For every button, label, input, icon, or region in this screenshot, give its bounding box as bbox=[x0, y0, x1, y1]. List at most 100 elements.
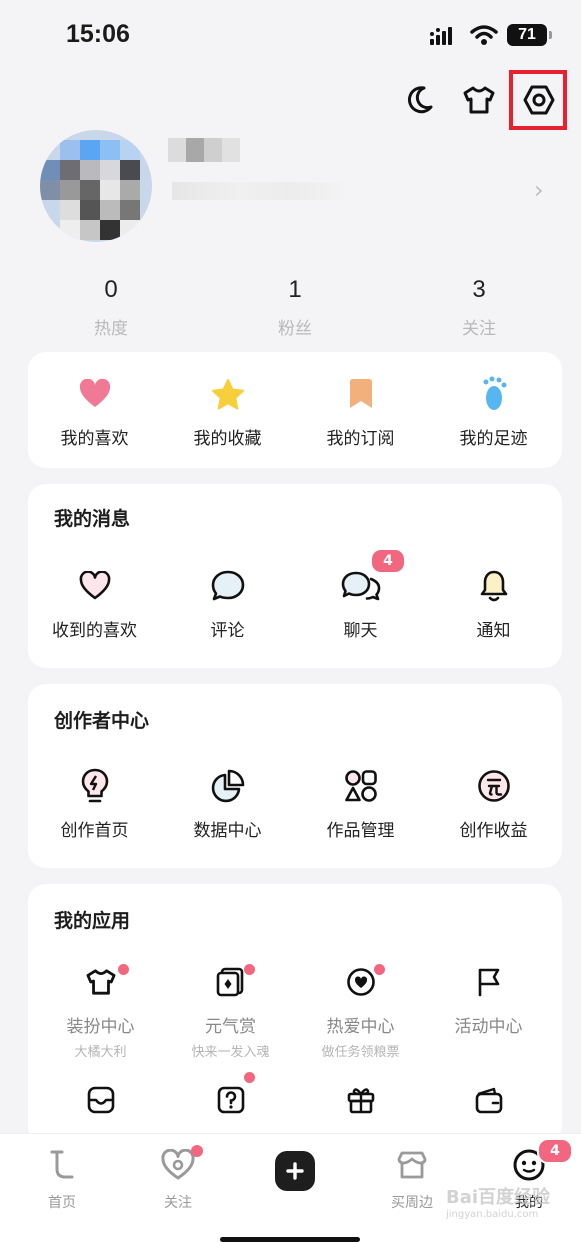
cellular-signal-icon bbox=[430, 27, 452, 45]
message-label: 通知 bbox=[476, 621, 511, 641]
footprint-icon bbox=[483, 376, 506, 410]
chat-icon bbox=[341, 571, 380, 601]
stat-value: 3 bbox=[472, 276, 486, 303]
nav-shop[interactable]: 买周边 bbox=[367, 1144, 457, 1212]
quick-link-likes[interactable]: 我的喜欢 bbox=[28, 374, 161, 449]
app-sublabel: 大橘大利 bbox=[74, 1045, 127, 1060]
status-bar: 15:06 71 bbox=[0, 0, 581, 70]
creator-label: 创作收益 bbox=[459, 821, 528, 841]
follow-heart-icon bbox=[161, 1149, 195, 1180]
app-label: 热爱中心 bbox=[326, 1017, 395, 1037]
creator-earnings[interactable]: 创作收益 bbox=[427, 766, 560, 841]
user-id-blurred bbox=[172, 182, 342, 200]
stat-heat[interactable]: 0 热度 bbox=[56, 276, 166, 339]
stat-value: 1 bbox=[288, 276, 302, 303]
creator-label: 数据中心 bbox=[193, 821, 262, 841]
stat-following[interactable]: 3 关注 bbox=[424, 276, 534, 339]
cards-icon bbox=[216, 967, 243, 997]
creator-label: 创作首页 bbox=[60, 821, 129, 841]
new-dot bbox=[244, 1072, 255, 1083]
message-comments[interactable]: 评论 bbox=[161, 566, 294, 641]
yuan-coin-icon bbox=[477, 770, 510, 802]
message-received-likes[interactable]: 收到的喜欢 bbox=[28, 566, 161, 641]
stat-value: 0 bbox=[104, 276, 118, 303]
quick-link-favorites[interactable]: 我的收藏 bbox=[161, 374, 294, 449]
creator-center-card: 创作者中心 创作首页 数据中心 作品管理 创作收益 bbox=[28, 684, 562, 868]
profile-badge: 4 bbox=[537, 1138, 573, 1164]
quick-links-card: 我的喜欢 我的收藏 我的订阅 我的足迹 bbox=[28, 352, 562, 468]
question-icon bbox=[217, 1086, 244, 1114]
quick-link-label: 我的订阅 bbox=[326, 429, 395, 449]
message-label: 评论 bbox=[210, 621, 245, 641]
chat-badge: 4 bbox=[370, 548, 406, 574]
creator-title: 创作者中心 bbox=[54, 710, 150, 732]
wifi-icon bbox=[470, 25, 498, 45]
quick-link-label: 我的喜欢 bbox=[60, 429, 129, 449]
new-dot bbox=[191, 1145, 203, 1157]
creator-home[interactable]: 创作首页 bbox=[28, 766, 161, 841]
message-chat[interactable]: 4 聊天 bbox=[294, 548, 427, 641]
nav-label: 首页 bbox=[48, 1195, 76, 1211]
heart-outline-icon bbox=[79, 571, 110, 600]
watermark-url: jingyan.baidu.com bbox=[446, 1209, 539, 1220]
app-row2-item-2[interactable] bbox=[164, 1072, 297, 1120]
message-notifications[interactable]: 通知 bbox=[427, 566, 560, 641]
app-row2-item-4[interactable] bbox=[422, 1080, 555, 1120]
wallet-icon bbox=[475, 1087, 502, 1114]
new-dot bbox=[244, 964, 255, 975]
creator-data-center[interactable]: 数据中心 bbox=[161, 766, 294, 841]
message-label: 聊天 bbox=[343, 621, 378, 641]
nav-label: 买周边 bbox=[391, 1195, 433, 1211]
new-dot bbox=[118, 964, 129, 975]
app-row2-item-1[interactable] bbox=[34, 1080, 167, 1120]
app-dressup-center[interactable]: 装扮中心 大橘大利 bbox=[34, 962, 167, 1060]
quick-link-subscriptions[interactable]: 我的订阅 bbox=[294, 374, 427, 449]
stat-label: 粉丝 bbox=[278, 319, 312, 339]
stat-label: 热度 bbox=[94, 319, 128, 339]
quick-link-label: 我的收藏 bbox=[193, 429, 262, 449]
status-time: 15:06 bbox=[66, 20, 130, 48]
settings-highlight-box bbox=[509, 70, 567, 130]
app-row2-item-3[interactable] bbox=[294, 1080, 427, 1120]
app-label: 活动中心 bbox=[454, 1017, 523, 1037]
new-dot bbox=[374, 964, 385, 975]
bell-icon bbox=[480, 570, 507, 602]
bookmark-icon bbox=[349, 379, 372, 408]
comment-icon bbox=[211, 570, 244, 601]
pie-chart-icon bbox=[211, 769, 244, 803]
apps-title: 我的应用 bbox=[54, 910, 131, 932]
nav-following[interactable]: 关注 bbox=[133, 1144, 223, 1212]
chevron-right-icon[interactable]: › bbox=[534, 176, 544, 204]
shapes-icon bbox=[344, 770, 377, 802]
messages-card: 我的消息 收到的喜欢 评论 4 聊天 通知 bbox=[28, 484, 562, 668]
username-blurred bbox=[168, 138, 240, 166]
flag-icon bbox=[478, 968, 499, 997]
creator-works-management[interactable]: 作品管理 bbox=[294, 766, 427, 841]
app-genki-reward[interactable]: 元气赏 快来一发入魂 bbox=[164, 962, 297, 1060]
moon-icon[interactable] bbox=[401, 82, 437, 118]
app-activity-center[interactable]: 活动中心 bbox=[422, 962, 555, 1041]
app-label: 装扮中心 bbox=[66, 1017, 135, 1037]
create-post-button[interactable] bbox=[275, 1151, 315, 1191]
gift-icon bbox=[347, 1088, 374, 1114]
inbox-icon bbox=[87, 1086, 114, 1114]
quick-link-label: 我的足迹 bbox=[459, 429, 528, 449]
heart-badge-icon bbox=[346, 968, 375, 996]
tshirt-icon[interactable] bbox=[461, 82, 497, 118]
nav-home[interactable]: 首页 bbox=[17, 1144, 107, 1212]
creator-label: 作品管理 bbox=[326, 821, 395, 841]
home-icon bbox=[50, 1150, 74, 1179]
avatar[interactable] bbox=[40, 130, 152, 242]
tshirt-icon bbox=[86, 969, 115, 995]
battery-indicator: 71 bbox=[507, 24, 552, 46]
stat-fans[interactable]: 1 粉丝 bbox=[240, 276, 350, 339]
app-passion-center[interactable]: 热爱中心 做任务领粮票 bbox=[294, 962, 427, 1060]
star-icon bbox=[211, 379, 244, 410]
lightbulb-icon bbox=[81, 768, 108, 803]
nav-label: 关注 bbox=[164, 1195, 192, 1211]
message-label: 收到的喜欢 bbox=[52, 621, 137, 641]
baidu-watermark: Bai百度经验 jingyan.baidu.com bbox=[446, 1183, 550, 1220]
heart-icon bbox=[79, 379, 110, 407]
app-label: 元气赏 bbox=[205, 1017, 256, 1037]
quick-link-history[interactable]: 我的足迹 bbox=[427, 374, 560, 449]
